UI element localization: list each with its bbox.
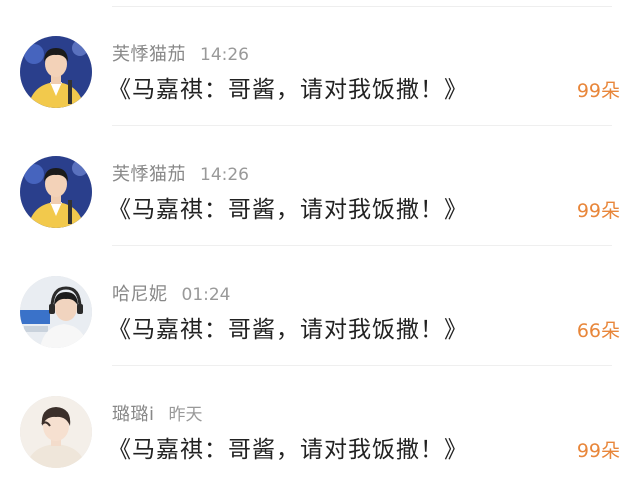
avatar-boy-yellow-jacket-icon[interactable] xyxy=(20,36,92,108)
comment-item[interactable]: 芙悸猫茄 14:26 《马嘉祺：哥酱，请对我饭撒！》 99朵 xyxy=(0,6,640,126)
flower-count: 99朵 xyxy=(576,80,620,102)
comment-meta: 璐璐i 昨天 xyxy=(112,400,203,425)
timestamp: 14:26 xyxy=(200,165,249,185)
comment-meta: 哈尼妮 01:24 xyxy=(112,280,231,305)
comment-meta: 芙悸猫茄 14:26 xyxy=(112,40,249,65)
comment-list: 芙悸猫茄 14:26 《马嘉祺：哥酱，请对我饭撒！》 99朵 芙悸猫茄 14:26 … xyxy=(0,0,640,497)
avatar-boy-headphones-icon[interactable] xyxy=(20,276,92,348)
comment-text: 《马嘉祺：哥酱，请对我饭撒！》 xyxy=(108,317,468,343)
avatar-boy-light-portrait-icon[interactable] xyxy=(20,396,92,468)
avatar-boy-yellow-jacket-icon[interactable] xyxy=(20,156,92,228)
flower-count: 99朵 xyxy=(576,440,620,462)
flower-count: 66朵 xyxy=(576,320,620,342)
username[interactable]: 芙悸猫茄 xyxy=(112,44,186,65)
comment-text: 《马嘉祺：哥酱，请对我饭撒！》 xyxy=(108,437,468,463)
flower-count: 99朵 xyxy=(576,200,620,222)
timestamp: 01:24 xyxy=(181,285,231,305)
username[interactable]: 芙悸猫茄 xyxy=(112,164,186,185)
comment-meta: 芙悸猫茄 14:26 xyxy=(112,160,249,185)
username[interactable]: 璐璐i xyxy=(112,404,155,425)
comment-item[interactable]: 哈尼妮 01:24 《马嘉祺：哥酱，请对我饭撒！》 66朵 xyxy=(0,246,640,366)
username[interactable]: 哈尼妮 xyxy=(112,284,168,305)
comment-text: 《马嘉祺：哥酱，请对我饭撒！》 xyxy=(108,197,468,223)
timestamp: 14:26 xyxy=(200,45,249,65)
timestamp: 昨天 xyxy=(168,405,203,425)
comment-item[interactable]: 芙悸猫茄 14:26 《马嘉祺：哥酱，请对我饭撒！》 99朵 xyxy=(0,126,640,246)
comment-text: 《马嘉祺：哥酱，请对我饭撒！》 xyxy=(108,77,468,103)
comment-item[interactable]: 璐璐i 昨天 《马嘉祺：哥酱，请对我饭撒！》 99朵 xyxy=(0,366,640,486)
